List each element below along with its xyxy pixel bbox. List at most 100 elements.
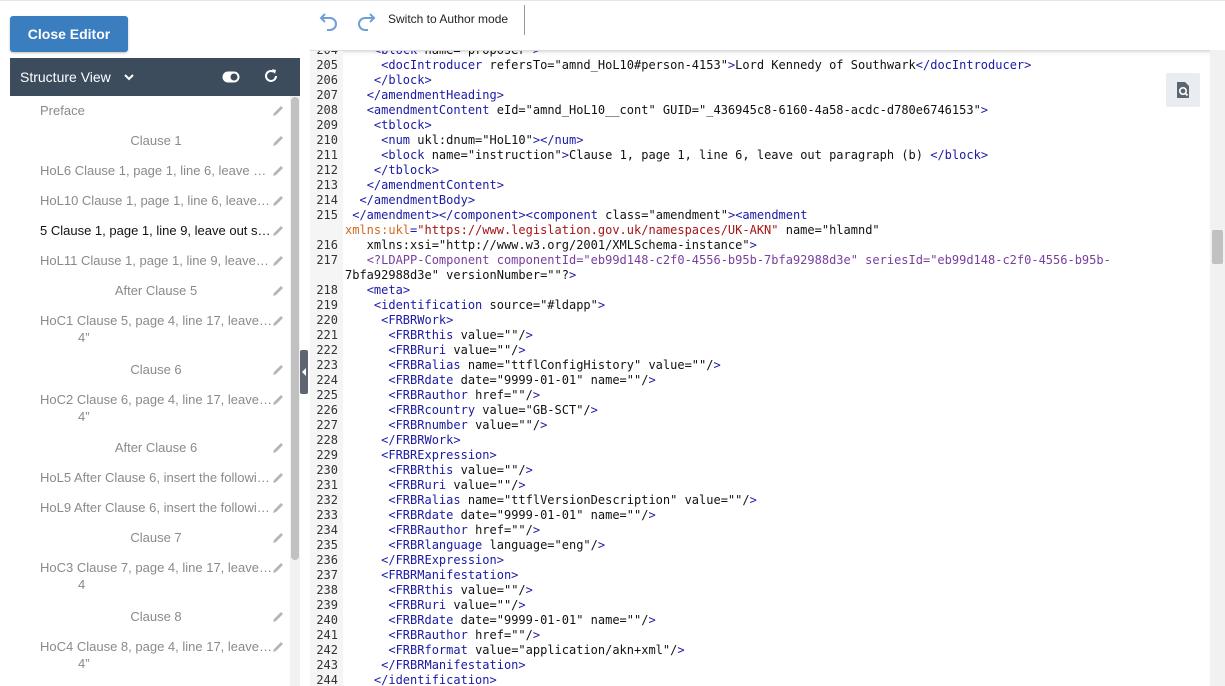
code-line[interactable]: </amendmentContent> (345, 178, 504, 192)
toggle-icon[interactable] (222, 71, 240, 83)
structure-list-item[interactable]: After Clause 6 (10, 440, 290, 460)
panel-splitter-handle[interactable] (300, 350, 308, 394)
code-line[interactable]: <FRBRuri value=""/> (345, 343, 525, 357)
line-number: 230 (316, 463, 338, 477)
pencil-icon[interactable] (271, 393, 285, 407)
pencil-icon[interactable] (271, 640, 285, 654)
code-line[interactable]: <tblock> (345, 118, 432, 132)
pencil-icon[interactable] (271, 363, 285, 377)
line-number: 225 (316, 388, 338, 402)
code-line[interactable]: <FRBRnumber value=""/> (345, 418, 547, 432)
code-line[interactable]: <?LDAPP-Component componentId="eb99d148-… (345, 253, 1111, 267)
code-line[interactable]: <FRBRuri value=""/> (345, 598, 525, 612)
code-line[interactable]: </amendmentBody> (345, 193, 475, 207)
structure-list-item[interactable]: Clause 8 (10, 609, 290, 629)
code-line[interactable]: <FRBRauthor href=""/> (345, 628, 540, 642)
code-line[interactable]: <FRBRthis value=""/> (345, 583, 533, 597)
pencil-icon[interactable] (271, 501, 285, 515)
structure-list-item[interactable]: Clause 6 (10, 362, 290, 382)
structure-list-item[interactable]: HoC1 Clause 5, page 4, line 17, leave ou… (10, 313, 290, 349)
code-line[interactable]: </block> (345, 73, 432, 87)
pencil-icon[interactable] (271, 441, 285, 455)
code-line[interactable]: xmlns:ukl="https://www.legislation.gov.u… (345, 223, 880, 237)
code-line[interactable]: <FRBRExpression> (345, 448, 497, 462)
pencil-icon[interactable] (271, 561, 285, 575)
structure-list-item[interactable]: Preface (10, 103, 290, 123)
code-line[interactable]: </FRBRExpression> (345, 553, 504, 567)
structure-list-item[interactable]: HoC2 Clause 6, page 4, line 17, leave ou… (10, 392, 290, 428)
refresh-icon[interactable] (263, 68, 279, 84)
pencil-icon[interactable] (271, 104, 285, 118)
code-line[interactable]: <FRBRManifestation> (345, 568, 518, 582)
code-line[interactable]: </tblock> (345, 163, 439, 177)
structure-view-title[interactable]: Structure View (20, 69, 111, 85)
pencil-icon[interactable] (271, 284, 285, 298)
pencil-icon[interactable] (271, 164, 285, 178)
pencil-icon[interactable] (271, 314, 285, 328)
structure-list-item[interactable]: Clause 7 (10, 530, 290, 550)
code-line[interactable]: xmlns:xsi="http://www.w3.org/2001/XMLSch… (345, 238, 757, 252)
code-line[interactable]: <FRBRlanguage language="eng"/> (345, 538, 605, 552)
code-line[interactable]: </FRBRWork> (345, 433, 460, 447)
code-line[interactable]: <FRBRauthor href=""/> (345, 523, 540, 537)
line-number: 207 (316, 88, 338, 102)
structure-list-item[interactable]: HoL10 Clause 1, page 1, line 6, leave ou… (10, 193, 290, 213)
code-line[interactable]: <docIntroducer refersTo="amnd_HoL10#pers… (345, 58, 1031, 72)
structure-list-item[interactable]: 5 Clause 1, page 1, line 9, leave out su… (10, 223, 290, 243)
undo-icon[interactable] (318, 9, 340, 31)
structure-list-item[interactable]: After Clause 5 (10, 283, 290, 303)
structure-list-item[interactable]: HoL5 After Clause 6, insert the followin… (10, 470, 290, 490)
code-line[interactable]: <identification source="#ldapp"> (345, 298, 605, 312)
code-line[interactable]: </amendment></component><component class… (345, 208, 807, 222)
code-line[interactable]: <FRBRauthor href=""/> (345, 388, 540, 402)
code-line[interactable]: <FRBRWork> (345, 313, 453, 327)
line-number: 218 (316, 283, 338, 297)
code-line[interactable]: <FRBRdate date="9999-01-01" name=""/> (345, 508, 655, 522)
structure-item-label: HoC2 Clause 6, page 4, line 17, leave ou… (40, 392, 272, 407)
redo-icon[interactable] (355, 9, 377, 31)
code-line[interactable]: <block name="proposer"> (345, 51, 540, 57)
code-line[interactable]: <FRBRformat value="application/akn+xml"/… (345, 643, 684, 657)
pencil-icon[interactable] (271, 610, 285, 624)
structure-list-item[interactable]: HoC3 Clause 7, page 4, line 17, leave ou… (10, 560, 290, 596)
code-line[interactable]: 7bfa92988d3e" versionNumber=""?> (345, 268, 576, 282)
code-line[interactable]: <FRBRthis value=""/> (345, 328, 533, 342)
code-line[interactable]: <FRBRalias name="ttflVersionDescription"… (345, 493, 756, 507)
pencil-icon[interactable] (271, 194, 285, 208)
code-line[interactable]: </FRBRManifestation> (345, 658, 526, 672)
code-line[interactable]: <FRBRdate date="9999-01-01" name=""/> (345, 373, 655, 387)
switch-to-author-mode-link[interactable]: Switch to Author mode (388, 12, 508, 26)
pencil-icon[interactable] (271, 471, 285, 485)
close-editor-button[interactable]: Close Editor (10, 16, 128, 52)
code-line[interactable]: <meta> (345, 283, 410, 297)
find-button[interactable] (1166, 73, 1200, 107)
code-line[interactable]: <FRBRcountry value="GB-SCT"/> (345, 403, 598, 417)
code-line[interactable]: <amendmentContent eId="amnd_HoL10__cont"… (345, 103, 988, 117)
code-line[interactable]: <num ukl:dnum="HoL10"></num> (345, 133, 583, 147)
line-number: 224 (316, 373, 338, 387)
editor-scrollbar-thumb[interactable] (1212, 230, 1223, 264)
xml-code-editor[interactable]: 204 205 206 207 208 209 210 211 212 213 214 215 216 2… (310, 50, 1225, 686)
pencil-icon[interactable] (271, 224, 285, 238)
code-line[interactable]: <FRBRdate date="9999-01-01" name=""/> (345, 613, 655, 627)
structure-list-item[interactable]: HoL9 After Clause 6, insert the followin… (10, 500, 290, 520)
pencil-icon[interactable] (271, 134, 285, 148)
pencil-icon[interactable] (271, 254, 285, 268)
pencil-icon[interactable] (271, 531, 285, 545)
code-line[interactable]: </amendmentHeading> (345, 88, 504, 102)
line-number: 243 (316, 658, 338, 672)
code-line[interactable]: </identification> (345, 673, 497, 686)
chevron-down-icon[interactable] (123, 71, 135, 83)
structure-list-item[interactable]: Clause 1 (10, 133, 290, 153)
code-line[interactable]: <FRBRuri value=""/> (345, 478, 525, 492)
structure-view-list: Preface Clause 1 HoL6 Clause 1, page 1, li… (10, 96, 290, 686)
structure-list-item[interactable]: HoL11 Clause 1, page 1, line 9, leave ou… (10, 253, 290, 273)
code-line[interactable]: <FRBRthis value=""/> (345, 463, 533, 477)
editor-scrollbar-track[interactable] (1210, 50, 1225, 686)
code-line[interactable]: <FRBRalias name="ttflConfigHistory" valu… (345, 358, 720, 372)
code-line[interactable]: <block name="instruction">Clause 1, page… (345, 148, 988, 162)
structure-list-item[interactable]: HoL6 Clause 1, page 1, line 6, leave out… (10, 163, 290, 183)
structure-list-item[interactable]: HoC4 Clause 8, page 4, line 17, leave ou… (10, 639, 290, 675)
structure-item-continuation: 4” (78, 656, 90, 671)
structure-scrollbar-thumb[interactable] (291, 97, 299, 560)
